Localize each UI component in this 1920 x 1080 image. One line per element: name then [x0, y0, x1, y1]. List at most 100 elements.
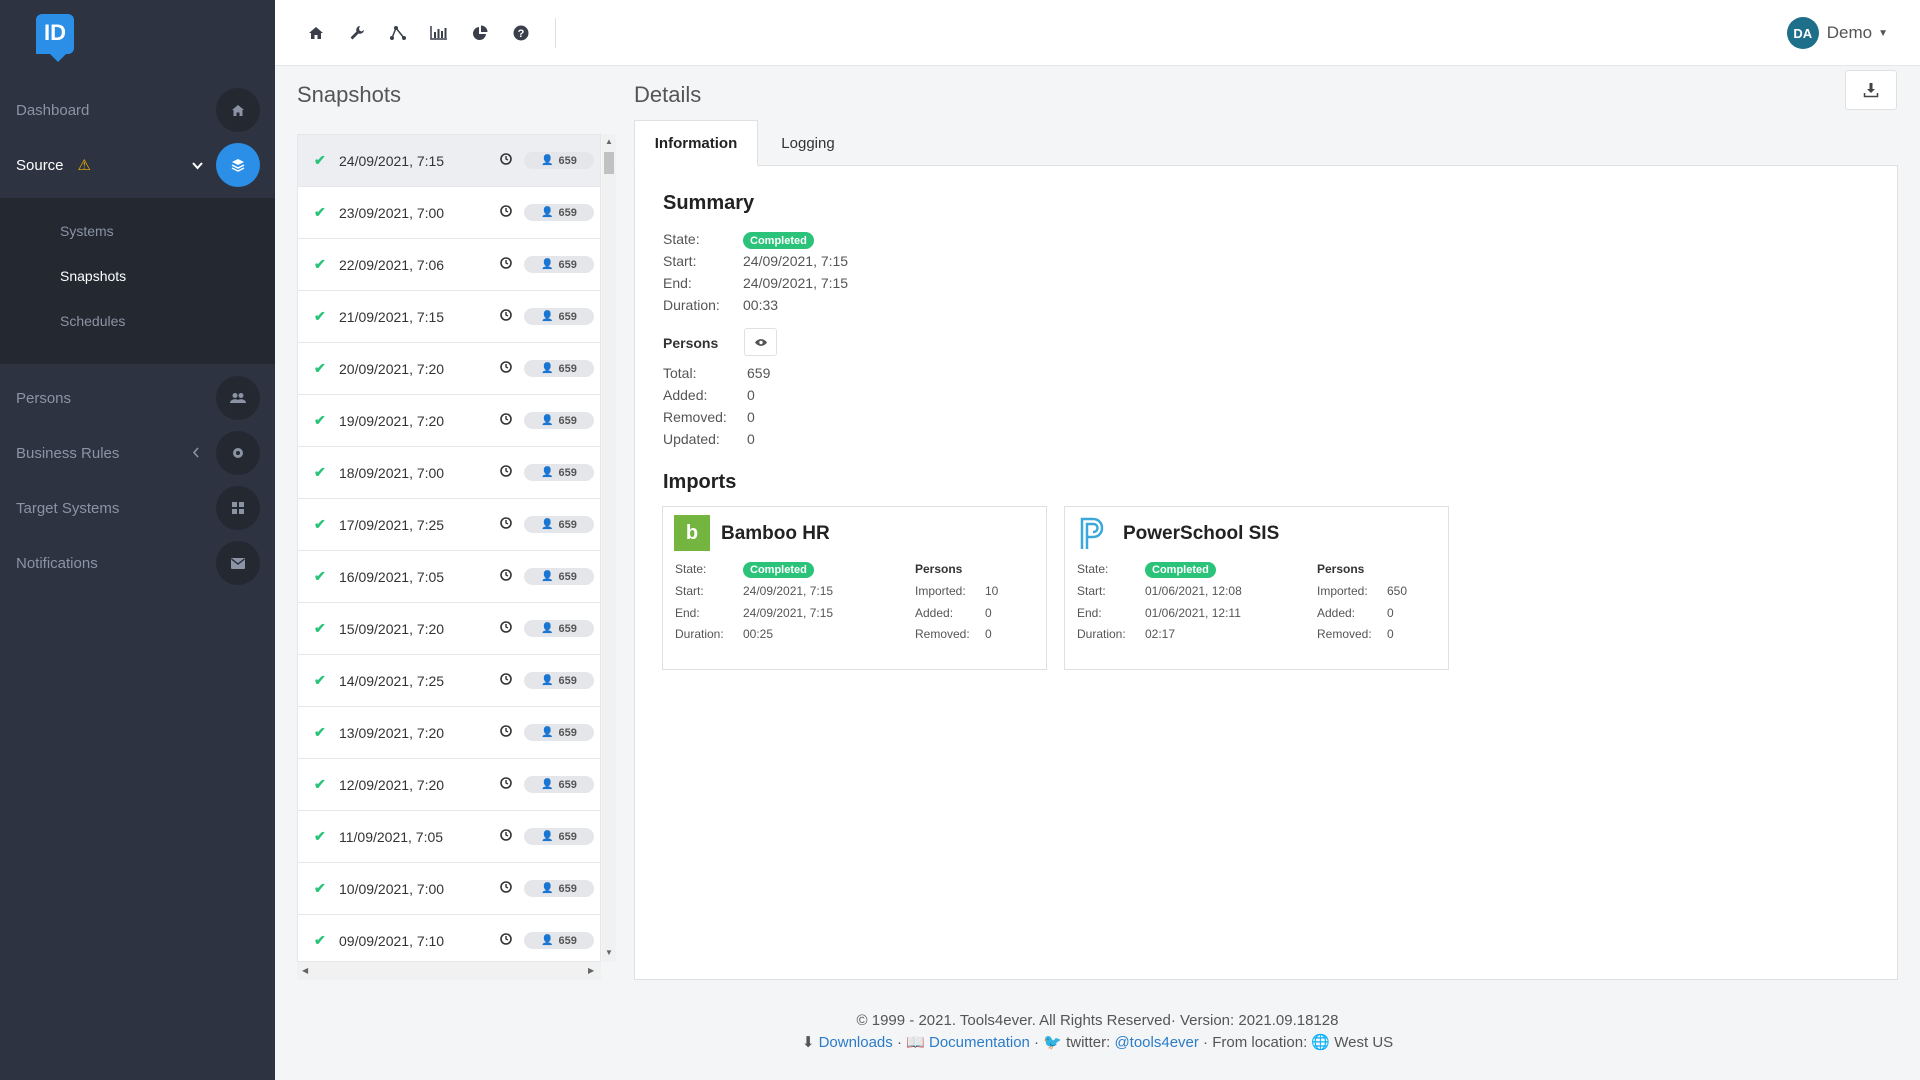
snapshot-date: 13/09/2021, 7:20	[339, 724, 445, 741]
end-label: End:	[1077, 606, 1102, 620]
clock-icon	[500, 153, 512, 168]
snapshot-date: 16/09/2021, 7:05	[339, 568, 445, 585]
snapshot-row[interactable]: ✔ 21/09/2021, 7:15 👤 659	[298, 291, 600, 343]
person-count-badge: 👤 659	[524, 568, 594, 585]
removed-label: Removed:	[915, 627, 970, 641]
submenu-item-schedules[interactable]: Schedules	[60, 313, 125, 329]
documentation-link[interactable]: Documentation	[929, 1034, 1030, 1051]
user-icon: 👤	[541, 623, 554, 634]
sidebar-item-persons[interactable]: Persons	[0, 370, 275, 426]
snapshot-row[interactable]: ✔ 17/09/2021, 7:25 👤 659	[298, 499, 600, 551]
duration-label: Duration:	[675, 627, 724, 641]
status-badge: Completed	[743, 562, 814, 578]
sidebar-item-label: Notifications	[16, 554, 98, 572]
sidebar-item-dashboard[interactable]: Dashboard	[0, 82, 275, 138]
tab-logging[interactable]: Logging	[758, 120, 858, 166]
snapshot-row[interactable]: ✔ 20/09/2021, 7:20 👤 659	[298, 343, 600, 395]
details-title: Details	[634, 82, 702, 107]
import-card-powerschool-sis[interactable]: PowerSchool SIS State: Completed Start: …	[1064, 506, 1449, 670]
check-icon: ✔	[314, 776, 326, 792]
scrollbar-thumb[interactable]	[604, 152, 614, 174]
tab-information[interactable]: Information	[634, 120, 758, 166]
twitter-link[interactable]: @tools4ever	[1114, 1034, 1198, 1051]
bar-chart-icon[interactable]	[428, 22, 450, 44]
footer: © 1999 - 2021. Tools4ever. All Rights Re…	[275, 1010, 1920, 1054]
person-count: 659	[558, 830, 577, 843]
added-label: Added:	[1317, 606, 1356, 620]
snapshot-row[interactable]: ✔ 09/09/2021, 7:10 👤 659	[298, 915, 600, 961]
sidebar-item-label: Dashboard	[16, 101, 90, 119]
end-value: 01/06/2021, 12:11	[1145, 606, 1241, 620]
sidebar-item-source[interactable]: Source ⚠	[0, 137, 275, 193]
user-icon: 👤	[541, 363, 554, 374]
location-label: · From location:	[1198, 1034, 1312, 1051]
person-count-badge: 👤 659	[524, 516, 594, 533]
download-button[interactable]	[1845, 70, 1897, 110]
check-icon: ✔	[314, 672, 326, 688]
duration-label: Duration:	[1077, 627, 1126, 641]
total-value: 659	[747, 365, 771, 381]
person-count-badge: 👤 659	[524, 464, 594, 481]
check-icon: ✔	[314, 464, 326, 480]
snapshot-row[interactable]: ✔ 14/09/2021, 7:25 👤 659	[298, 655, 600, 707]
snapshot-date: 19/09/2021, 7:20	[339, 412, 445, 429]
sidebar-item-target-systems[interactable]: Target Systems	[0, 480, 275, 536]
person-count-badge: 👤 659	[524, 152, 594, 169]
clock-icon	[500, 673, 512, 688]
snapshot-date: 14/09/2021, 7:25	[339, 672, 445, 689]
person-count-badge: 👤 659	[524, 204, 594, 221]
submenu-item-snapshots[interactable]: Snapshots	[60, 268, 126, 284]
vertical-scrollbar[interactable]: ▲ ▼	[602, 134, 616, 962]
app-logo[interactable]: ID	[36, 14, 74, 62]
snapshot-row[interactable]: ✔ 18/09/2021, 7:00 👤 659	[298, 447, 600, 499]
imported-label: Imported:	[915, 584, 966, 598]
snapshots-list: ✔ 24/09/2021, 7:15 👤 659 ✔ 23/09/2021, 7:00 👤 6…	[297, 134, 601, 962]
snapshot-row[interactable]: ✔ 22/09/2021, 7:06 👤 659	[298, 239, 600, 291]
snapshot-row[interactable]: ✔ 15/09/2021, 7:20 👤 659	[298, 603, 600, 655]
help-icon[interactable]: ?	[510, 22, 532, 44]
person-count: 659	[558, 206, 577, 219]
snapshot-row[interactable]: ✔ 24/09/2021, 7:15 👤 659	[298, 135, 600, 187]
scroll-right-icon[interactable]: ▶	[588, 966, 594, 975]
snapshot-row[interactable]: ✔ 12/09/2021, 7:20 👤 659	[298, 759, 600, 811]
snapshot-row[interactable]: ✔ 10/09/2021, 7:00 👤 659	[298, 863, 600, 915]
sidebar-item-notifications[interactable]: Notifications	[0, 535, 275, 591]
sidebar-item-business-rules[interactable]: Business Rules	[0, 425, 275, 481]
import-card-bamboo-hr[interactable]: b Bamboo HR State: Completed Start: 24/0…	[662, 506, 1047, 670]
location-value: West US	[1334, 1034, 1394, 1051]
view-persons-button[interactable]	[744, 328, 777, 356]
clock-icon	[500, 257, 512, 272]
start-value: 01/06/2021, 12:08	[1145, 584, 1242, 598]
person-count-badge: 👤 659	[524, 828, 594, 845]
snapshot-row[interactable]: ✔ 19/09/2021, 7:20 👤 659	[298, 395, 600, 447]
sidebar-item-label-wrap: Source ⚠	[16, 156, 91, 174]
person-count-badge: 👤 659	[524, 620, 594, 637]
person-count: 659	[558, 258, 577, 271]
added-value: 0	[985, 606, 992, 620]
horizontal-scrollbar[interactable]: ◀ ▶	[297, 962, 601, 980]
snapshot-row[interactable]: ✔ 23/09/2021, 7:00 👤 659	[298, 187, 600, 239]
check-icon: ✔	[314, 412, 326, 428]
snapshot-date: 15/09/2021, 7:20	[339, 620, 445, 637]
downloads-link[interactable]: Downloads	[819, 1034, 893, 1051]
snapshot-row[interactable]: ✔ 16/09/2021, 7:05 👤 659	[298, 551, 600, 603]
clock-icon	[500, 413, 512, 428]
snapshot-row[interactable]: ✔ 11/09/2021, 7:05 👤 659	[298, 811, 600, 863]
imported-value: 650	[1387, 584, 1408, 598]
home-icon[interactable]	[305, 22, 327, 44]
user-icon: 👤	[541, 883, 554, 894]
scroll-left-icon[interactable]: ◀	[302, 966, 308, 975]
clock-icon	[500, 205, 512, 220]
pie-chart-icon[interactable]	[469, 22, 491, 44]
chevron-left-icon	[192, 446, 200, 461]
submenu-item-systems[interactable]: Systems	[60, 223, 114, 239]
person-count: 659	[558, 154, 577, 167]
sitemap-icon[interactable]	[387, 22, 409, 44]
wrench-icon[interactable]	[346, 22, 368, 44]
user-menu[interactable]: DA Demo ▼	[1786, 17, 1888, 49]
snapshot-date: 20/09/2021, 7:20	[339, 360, 445, 377]
top-bar: ? DA Demo ▼	[275, 0, 1920, 66]
scroll-up-icon[interactable]: ▲	[605, 137, 613, 146]
snapshot-row[interactable]: ✔ 13/09/2021, 7:20 👤 659	[298, 707, 600, 759]
scroll-down-icon[interactable]: ▼	[605, 948, 613, 957]
